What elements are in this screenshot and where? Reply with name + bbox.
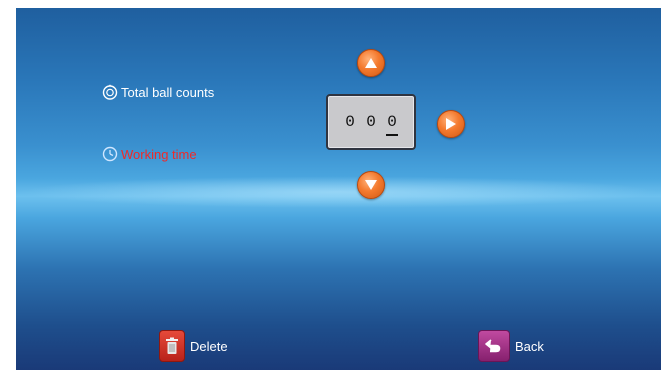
down-arrow-icon xyxy=(365,180,377,190)
next-digit-button[interactable] xyxy=(437,110,465,138)
increase-button[interactable] xyxy=(357,49,385,77)
trash-icon xyxy=(159,330,185,362)
back-label: Back xyxy=(515,338,544,354)
delete-label: Delete xyxy=(190,338,228,354)
clock-icon xyxy=(102,146,118,162)
decrease-button[interactable] xyxy=(357,171,385,199)
stopwatch-icon xyxy=(102,84,118,100)
counter-digit: 0 xyxy=(366,113,376,131)
total-ball-counts-option[interactable]: Total ball counts xyxy=(102,84,214,100)
counter-display: 0 0 0 xyxy=(326,94,416,150)
back-arrow-icon xyxy=(478,330,510,362)
background-glow xyxy=(16,176,661,208)
counter-digit-active: 0 xyxy=(386,113,398,136)
counter-digit: 0 xyxy=(345,113,355,131)
working-time-option[interactable]: Working time xyxy=(102,146,197,162)
device-screen: Total ball counts Working time 0 0 0 Del… xyxy=(16,8,661,370)
working-time-label: Working time xyxy=(121,146,197,162)
up-arrow-icon xyxy=(365,58,377,68)
delete-button[interactable]: Delete xyxy=(159,330,228,362)
total-ball-counts-label: Total ball counts xyxy=(121,84,215,100)
right-arrow-icon xyxy=(446,118,456,130)
back-button[interactable]: Back xyxy=(478,330,544,362)
